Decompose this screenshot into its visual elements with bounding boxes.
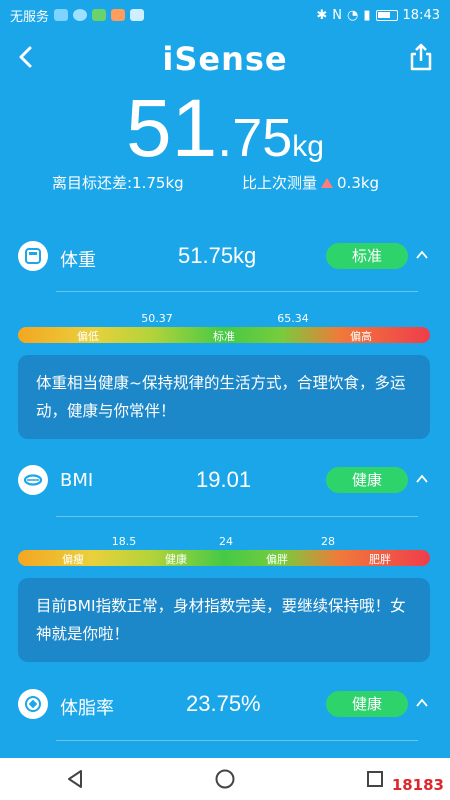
bluetooth-icon: ✱ [316,7,328,23]
divider [56,516,418,517]
share-icon[interactable] [408,42,434,72]
bmi-section[interactable]: BMI 19.01 健康 [0,465,450,501]
bmi-zone-3: 偏胖 [266,553,288,566]
last-diff-label: 比上次测量 [242,174,318,192]
weight-value: 51.75kg [178,243,257,268]
bmi-status-badge: 健康 [326,467,408,493]
up-triangle-icon [321,177,334,188]
body-fat-status-badge: 健康 [326,691,408,717]
weight-integer: 51 [126,83,218,174]
body-fat-label: 体脂率 [60,698,114,719]
body-fat-section[interactable]: 体脂率 23.75% 健康 [0,689,450,725]
carrier-text: 无服务 [10,9,50,25]
weight-section[interactable]: 体重 51.75kg 标准 [0,241,450,277]
bmi-label: BMI [60,470,94,491]
app-icon-3 [130,9,145,21]
weight-status-badge: 标准 [326,243,408,269]
weight-scale-thresholds: 50.37 65.34 [0,312,450,328]
wifi-icon: ◔ [347,7,359,23]
circle-home-icon [215,769,235,789]
last-diff-value: 0.3kg [337,173,380,192]
divider [56,291,418,292]
last-diff: 比上次测量 0.3kg [242,172,379,193]
tape-measure-icon [18,465,48,495]
chevron-up-icon[interactable] [414,471,430,487]
weight-zone-standard: 标准 [213,330,235,343]
app-icon [92,9,107,21]
app-title: iSense [162,40,288,78]
bmi-advice: 目前BMI指数正常，身材指数完美，要继续保持哦！女神就是你啦！ [18,578,430,662]
weight-zone-high: 偏高 [350,330,372,343]
signal-icon: ▮ [363,7,371,23]
battery-icon [375,9,398,21]
bmi-zone-4: 肥胖 [369,553,391,566]
bmi-zone-2: 健康 [165,553,187,566]
weight-threshold-low: 50.37 [141,312,173,325]
target-diff-text: 离目标还差:1.75kg [52,174,184,192]
scale-icon [18,241,48,271]
divider [56,740,418,741]
bmi-threshold-3: 28 [321,535,335,548]
weight-threshold-high: 65.34 [277,312,309,325]
triangle-back-icon [68,770,82,788]
weight-advice: 体重相当健康~保持规律的生活方式，合理饮食，多运动，健康与你常伴！ [18,355,430,439]
status-bar: 无服务 ✱ N ◔ ▮ 18:43 [0,0,450,30]
weight-decimal: .75 [217,108,293,168]
chevron-up-icon[interactable] [414,247,430,263]
watermark-logo: 18183 [391,776,444,794]
bmi-threshold-1: 18.5 [111,535,137,548]
bmi-scale-thresholds: 18.5 24 28 [0,535,450,551]
clock-text: 18:43 [402,7,440,23]
weight-unit: kg [292,130,324,163]
weight-scale-bar: 偏低 标准 偏高 [18,327,430,343]
body-fat-icon [18,689,48,719]
nav-home-button[interactable] [205,759,245,799]
qq-icon [73,9,88,21]
weight-row[interactable]: 体重 51.75kg 标准 [0,241,450,277]
nfc-icon: N [332,7,343,23]
app-icon-2 [111,9,126,21]
bmi-threshold-2: 24 [219,535,233,548]
weight-zone-low: 偏低 [77,330,99,343]
body-fat-value: 23.75% [186,691,261,716]
square-recents-icon [367,771,383,787]
chevron-up-icon[interactable] [414,695,430,711]
body-fat-row[interactable]: 体脂率 23.75% 健康 [0,689,450,725]
cloud-icon [54,9,69,21]
bmi-zone-1: 偏瘦 [62,553,84,566]
system-nav-bar [0,758,450,800]
bmi-scale-bar: 偏瘦 健康 偏胖 肥胖 [18,550,430,566]
bmi-value: 19.01 [196,467,252,492]
nav-back-button[interactable] [55,759,95,799]
current-weight: 51.75kg [0,82,450,176]
weight-label: 体重 [60,250,96,271]
bmi-row[interactable]: BMI 19.01 健康 [0,465,450,501]
top-bar: iSense [0,30,450,85]
nav-recents-button[interactable] [355,759,395,799]
